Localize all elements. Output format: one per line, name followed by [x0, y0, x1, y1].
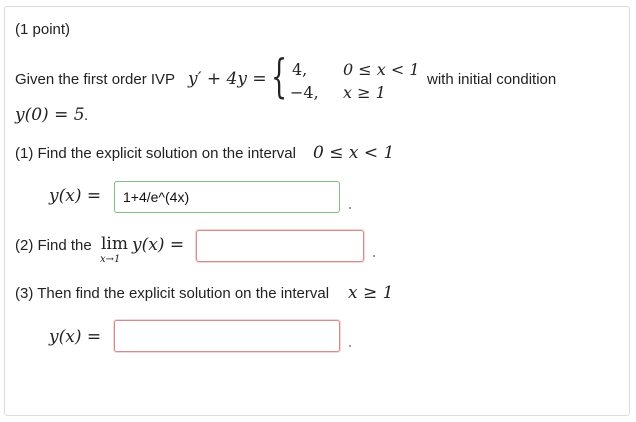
initial-period: . [84, 107, 89, 124]
case2-value: −4, [290, 83, 319, 102]
part1-prompt: (1) Find the explicit solution on the in… [15, 145, 296, 162]
part2-status-dot [373, 255, 375, 257]
part3-prompt: (3) Then find the explicit solution on t… [15, 285, 330, 302]
part2-prompt: (2) Find the [15, 237, 92, 254]
case1-value: 4, [292, 60, 308, 79]
initial-text: with initial condition [427, 71, 557, 88]
part3-interval: x ≥ 1 [348, 283, 394, 303]
part1-status-dot [349, 207, 351, 209]
part1-answer-input[interactable] [114, 181, 340, 213]
limit-operator: lim [101, 234, 128, 254]
points-label: (1 point) [15, 21, 71, 38]
part3-lhs: y(x) = [49, 327, 102, 347]
part3-status-dot [349, 345, 351, 347]
ode-lhs: y′ + 4y = [188, 69, 267, 89]
case2-condition: x ≥ 1 [343, 83, 386, 102]
piecewise-brace: { [271, 49, 288, 103]
case1-condition: 0 ≤ x < 1 [343, 60, 420, 79]
part3-answer-input[interactable] [114, 320, 340, 352]
limit-subscript: x→1 [100, 254, 121, 265]
limit-expression: y(x) = [132, 235, 185, 255]
part1-lhs: y(x) = [49, 186, 102, 206]
initial-condition: y(0) = 5 [15, 105, 85, 125]
part1-interval: 0 ≤ x < 1 [313, 143, 395, 163]
problem-card: (1 point) Given the first order IVP y′ +… [4, 6, 630, 416]
part2-answer-input[interactable] [196, 230, 364, 262]
intro-text: Given the first order IVP [15, 71, 176, 88]
